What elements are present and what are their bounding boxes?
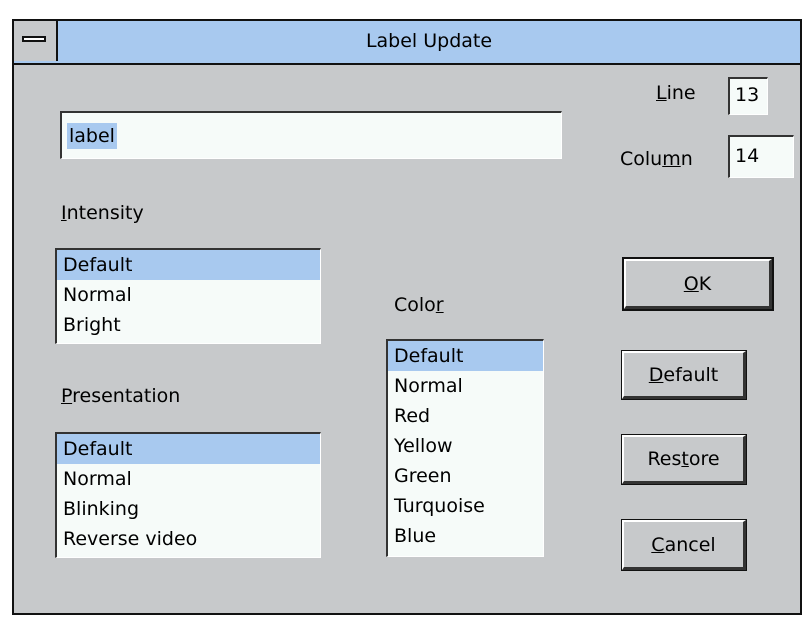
presentation-item-default[interactable]: Default xyxy=(57,434,320,464)
cancel-button-label: Cancel xyxy=(651,533,716,556)
ok-button-label: OK xyxy=(683,272,712,295)
line-input-value: 13 xyxy=(735,84,760,106)
default-button[interactable]: Default xyxy=(621,350,747,400)
color-label: Color xyxy=(394,294,444,316)
presentation-item-blinking[interactable]: Blinking xyxy=(57,494,320,524)
label-update-dialog: Label Update label Line 13 Column 14 Int… xyxy=(12,19,802,615)
cancel-button[interactable]: Cancel xyxy=(621,519,747,571)
intensity-item-bright[interactable]: Bright xyxy=(57,310,320,340)
dialog-title: Label Update xyxy=(365,30,493,52)
restore-button-label: Restore xyxy=(647,448,720,470)
system-menu-button[interactable] xyxy=(14,21,58,61)
system-menu-icon xyxy=(22,36,46,42)
color-item-green[interactable]: Green xyxy=(388,461,543,491)
color-item-yellow[interactable]: Yellow xyxy=(388,431,543,461)
line-input[interactable]: 13 xyxy=(728,77,768,115)
presentation-item-normal[interactable]: Normal xyxy=(57,464,320,494)
default-button-label: Default xyxy=(648,363,719,386)
ok-button[interactable]: OK xyxy=(622,257,774,311)
intensity-item-normal[interactable]: Normal xyxy=(57,280,320,310)
presentation-label: Presentation xyxy=(61,385,181,407)
column-label: Column xyxy=(620,148,693,170)
color-item-turquoise[interactable]: Turquoise xyxy=(388,491,543,521)
color-listbox[interactable]: Default Normal Red Yellow Green Turquois… xyxy=(386,339,544,557)
presentation-listbox[interactable]: Default Normal Blinking Reverse video xyxy=(55,432,321,558)
intensity-listbox[interactable]: Default Normal Bright xyxy=(55,248,321,344)
title-bar: Label Update xyxy=(14,21,800,65)
label-input-value: label xyxy=(67,123,117,149)
presentation-item-reverse-video[interactable]: Reverse video xyxy=(57,524,320,554)
color-item-red[interactable]: Red xyxy=(388,401,543,431)
color-item-normal[interactable]: Normal xyxy=(388,371,543,401)
label-input[interactable]: label xyxy=(60,111,562,159)
line-label: Line xyxy=(656,82,696,104)
restore-button[interactable]: Restore xyxy=(621,434,747,485)
color-item-blue[interactable]: Blue xyxy=(388,521,543,551)
intensity-item-default[interactable]: Default xyxy=(57,250,320,280)
column-input[interactable]: 14 xyxy=(728,135,794,178)
column-input-value: 14 xyxy=(735,145,760,167)
intensity-label: Intensity xyxy=(61,202,144,224)
color-item-default[interactable]: Default xyxy=(388,341,543,371)
